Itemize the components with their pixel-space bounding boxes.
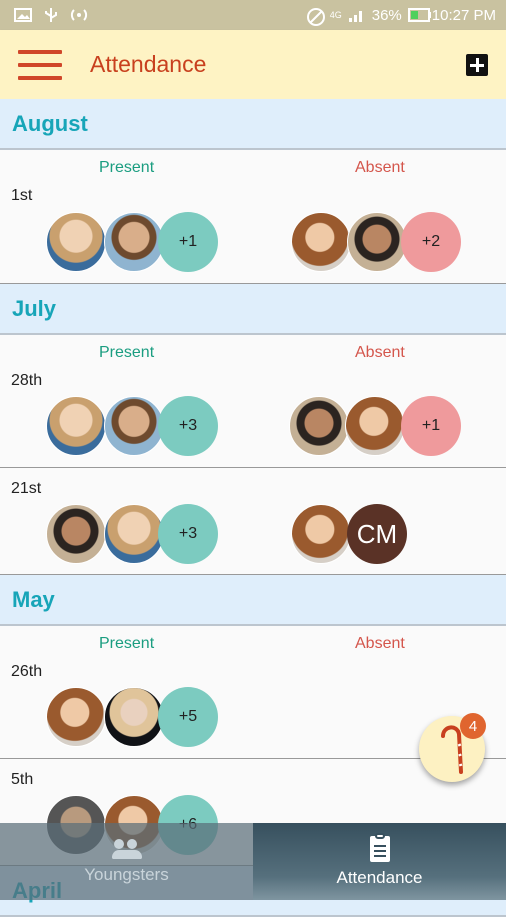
absent-group[interactable]: +1: [289, 396, 469, 456]
absent-group[interactable]: +2: [291, 212, 471, 272]
bottom-navigation: Youngsters Attendance: [0, 823, 506, 900]
present-more-count[interactable]: +5: [158, 687, 218, 747]
attendance-date: 28th: [11, 372, 43, 389]
absent-group[interactable]: CM: [291, 504, 471, 564]
month-header: May: [0, 575, 506, 626]
avatar[interactable]: [104, 504, 164, 564]
add-icon[interactable]: [466, 53, 488, 76]
battery-percent: 36%: [371, 6, 402, 24]
absent-label: Absent: [355, 344, 405, 361]
attendance-card[interactable]: Present Absent 28th +3 +1: [0, 335, 506, 468]
app-bar: Attendance: [0, 30, 506, 99]
attendance-date: 21st: [11, 480, 42, 497]
attendance-card[interactable]: Present Absent 1st +1 +2: [0, 150, 506, 284]
battery-icon: [407, 7, 431, 23]
avatar[interactable]: [46, 687, 106, 747]
avatar[interactable]: [347, 212, 407, 272]
do-not-disturb-icon: [306, 7, 325, 26]
status-bar: 4G 36% 10:27 PM: [0, 0, 506, 30]
avatar[interactable]: [104, 396, 164, 456]
absent-more-count[interactable]: +1: [401, 396, 461, 456]
tab-label: Youngsters: [84, 864, 169, 884]
avatar[interactable]: [46, 504, 106, 564]
absent-more-count[interactable]: +2: [401, 212, 461, 272]
clipboard-icon: [369, 832, 390, 862]
page-title: Attendance: [90, 51, 207, 77]
tab-youngsters[interactable]: Youngsters: [0, 823, 253, 900]
tab-label: Attendance: [336, 867, 423, 887]
present-more-count[interactable]: +1: [158, 212, 218, 272]
attendance-date: 5th: [11, 771, 34, 788]
notification-badge: 4: [460, 713, 486, 739]
present-group[interactable]: +5: [46, 687, 226, 747]
hamburger-menu-icon[interactable]: [18, 49, 62, 80]
signal-icon: [348, 7, 366, 23]
absent-label: Absent: [355, 159, 405, 176]
tab-attendance[interactable]: Attendance: [253, 823, 506, 900]
month-header: July: [0, 284, 506, 335]
attendance-list[interactable]: August Present Absent 1st +1 +2 July Pre…: [0, 99, 506, 917]
attendance-date: 26th: [11, 663, 43, 680]
present-label: Present: [99, 344, 155, 361]
month-header: August: [0, 99, 506, 150]
present-more-count[interactable]: +3: [158, 504, 218, 564]
present-group[interactable]: +3: [46, 396, 226, 456]
avatar[interactable]: [46, 212, 106, 272]
initials-avatar[interactable]: CM: [347, 504, 407, 564]
present-label: Present: [99, 635, 155, 652]
attendance-card[interactable]: 21st +3 CM: [0, 468, 506, 575]
people-icon: [111, 838, 142, 859]
avatar[interactable]: [289, 396, 349, 456]
absent-label: Absent: [355, 635, 405, 652]
network-type: 4G: [329, 10, 342, 20]
avatar[interactable]: [291, 212, 351, 272]
present-more-count[interactable]: +3: [158, 396, 218, 456]
avatar[interactable]: [291, 504, 351, 564]
avatar[interactable]: [345, 396, 405, 456]
attendance-date: 1st: [11, 187, 33, 204]
usb-icon: [42, 7, 60, 23]
present-group[interactable]: +1: [46, 212, 226, 272]
avatar[interactable]: [104, 687, 164, 747]
image-icon: [14, 7, 32, 23]
present-label: Present: [99, 159, 155, 176]
present-group[interactable]: +3: [46, 504, 226, 564]
hotspot-icon: [70, 7, 88, 23]
avatar[interactable]: [104, 212, 164, 272]
clock: 10:27 PM: [431, 6, 496, 24]
avatar[interactable]: [46, 396, 106, 456]
